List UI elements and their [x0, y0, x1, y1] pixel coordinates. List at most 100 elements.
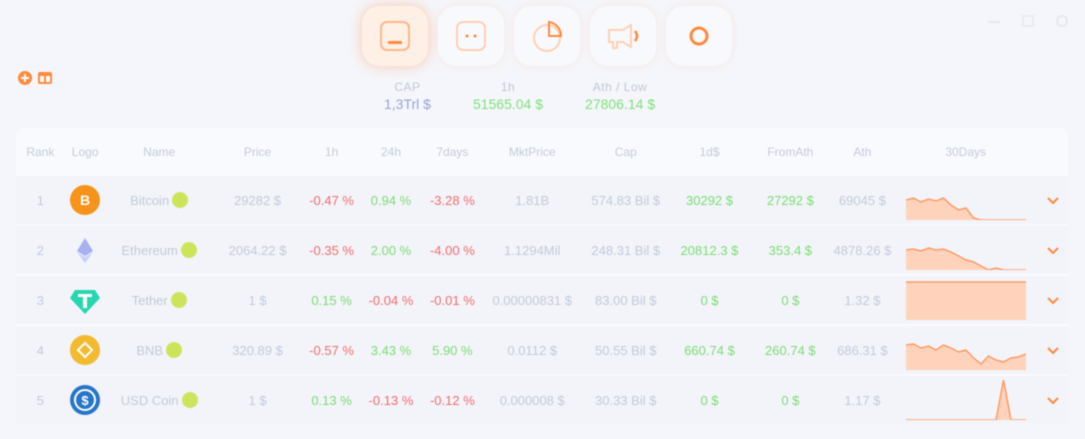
bitcoin-icon: B: [70, 185, 101, 215]
favorite-badge-icon[interactable]: [166, 342, 183, 358]
nav-announce-button[interactable]: [590, 6, 656, 66]
cell-1h: 0.15 %: [311, 292, 352, 308]
header-price[interactable]: Price: [213, 145, 303, 159]
table-row[interactable]: 1 B Bitcoin 29282 $ -0.47 % 0.94 % -3.28…: [16, 176, 1068, 224]
table-row[interactable]: 4 BNB 320.89 $ -0.57 % 3.43 % 5.90 % 0.0…: [16, 326, 1068, 374]
cell-rank: 5: [36, 392, 44, 408]
nav-dots-button[interactable]: [438, 6, 504, 66]
header-ath[interactable]: Ath: [832, 145, 892, 159]
expand-row-button[interactable]: [1039, 342, 1068, 358]
cell-fromath: 353.4 $: [768, 242, 813, 258]
cell-24h: 2.00 %: [370, 242, 412, 258]
add-icon[interactable]: [17, 70, 33, 86]
cell-1h: -0.57 %: [309, 342, 354, 358]
sparkline-chart: [905, 343, 1026, 370]
cell-name: USD Coin: [106, 392, 213, 408]
chevron-down-icon: [1047, 347, 1060, 355]
stat-cap: CAP 1,3Trl $: [384, 80, 431, 112]
stat-label: Ath / Low: [592, 80, 648, 94]
expand-row-button[interactable]: [1039, 392, 1068, 408]
cell-1h: -0.47 %: [309, 192, 354, 208]
cell-24h: -0.04 %: [368, 292, 414, 308]
cell-30days: [893, 180, 1039, 220]
cell-ath: 69045 $: [838, 192, 886, 208]
cell-1d: 0 $: [700, 292, 719, 308]
table-row[interactable]: 5 $ USD Coin 1 $ 0.13 % -0.13 % -0.12 % …: [16, 376, 1068, 424]
cell-cap: 574.83 Bil $: [591, 192, 661, 208]
cell-price: 1 $: [248, 392, 267, 408]
header-name[interactable]: Name: [106, 145, 213, 159]
cell-ath: 1.17 $: [844, 392, 881, 408]
stat-1h: 1h 51565.04 $: [473, 80, 543, 112]
stat-ath-low: Ath / Low 27806.14 $: [585, 80, 655, 112]
sparkline-area: [905, 248, 1026, 270]
sparkline-chart: [905, 197, 1026, 220]
cell-rank: 4: [36, 342, 44, 358]
header-1h[interactable]: 1h: [302, 145, 360, 159]
stat-label: CAP: [394, 80, 421, 94]
cell-rank: 3: [36, 292, 44, 308]
header-fromath[interactable]: FromAth: [748, 145, 832, 159]
header-rank[interactable]: Rank: [16, 145, 65, 159]
stat-value: 1,3Trl $: [384, 96, 431, 112]
favorite-badge-icon[interactable]: [180, 242, 197, 258]
pie-chart-icon: [533, 20, 563, 52]
ethereum-icon: [77, 238, 94, 263]
cell-30days: [893, 230, 1039, 270]
favorite-badge-icon[interactable]: [181, 392, 198, 408]
cell-30days: [893, 380, 1039, 420]
table-row[interactable]: 3 Tether 1 $ 0.15 % -0.04 % -0.01 % 0.00…: [16, 276, 1068, 324]
expand-row-button[interactable]: [1039, 242, 1068, 258]
cell-1h: 0.13 %: [311, 392, 352, 408]
cell-cap: 50.55 Bil $: [595, 342, 657, 358]
header-cap[interactable]: Cap: [581, 145, 671, 159]
cell-fromath: 0 $: [781, 292, 800, 308]
nav-pie-button[interactable]: [514, 6, 580, 66]
cell-logo: [65, 234, 106, 266]
table-row[interactable]: 2 Ethereum 2064.22 $ -0.35 % 2.00 % -4.0…: [16, 226, 1068, 274]
cell-30days: [893, 330, 1039, 370]
cell-price: 1 $: [248, 292, 267, 308]
table-header: Rank Logo Name Price 1h 24h 7days MktPri…: [16, 128, 1068, 176]
cell-24h: 0.94 %: [370, 192, 412, 208]
cell-mktprice: 1.1294Mil: [504, 242, 561, 258]
cell-cap: 30.33 Bil $: [595, 392, 657, 408]
expand-row-button[interactable]: [1039, 292, 1068, 308]
stat-label: 1h: [500, 80, 516, 94]
cell-price: 320.89 $: [232, 342, 283, 358]
cell-7days: -0.12 %: [429, 392, 475, 408]
cell-rank: 2: [36, 242, 44, 258]
minimize-button[interactable]: [985, 12, 1003, 30]
dashboard-icon: [380, 21, 410, 51]
favorite-badge-icon[interactable]: [170, 292, 187, 308]
minimize-icon: [988, 21, 1000, 23]
megaphone-icon: [608, 23, 639, 49]
cell-logo: B: [65, 184, 106, 216]
tether-icon: [70, 290, 101, 314]
header-logo: Logo: [71, 145, 99, 159]
nav-ring-button[interactable]: [666, 6, 732, 66]
cell-name: Bitcoin: [106, 192, 213, 208]
svg-text:$: $: [82, 393, 90, 408]
header-1d[interactable]: 1d$: [671, 145, 749, 159]
cell-price: 29282 $: [234, 192, 282, 208]
stat-value: 27806.14 $: [585, 96, 656, 112]
settings-button[interactable]: [1053, 12, 1071, 30]
nav-dashboard-button[interactable]: [362, 6, 428, 66]
header-24h[interactable]: 24h: [361, 145, 421, 159]
cell-rank: 1: [36, 192, 44, 208]
cell-1d: 0 $: [700, 392, 719, 408]
cell-7days: -0.01 %: [429, 292, 475, 308]
header-7days[interactable]: 7days: [421, 145, 483, 159]
table-body: 1 B Bitcoin 29282 $ -0.47 % 0.94 % -3.28…: [16, 176, 1068, 424]
header-mktprice[interactable]: MktPrice: [484, 145, 581, 159]
expand-row-button[interactable]: [1039, 192, 1068, 208]
chevron-down-icon: [1047, 247, 1060, 255]
cell-1d: 660.74 $: [684, 342, 735, 358]
favorite-badge-icon[interactable]: [172, 192, 189, 208]
window-icon[interactable]: [37, 70, 53, 86]
maximize-button[interactable]: [1019, 12, 1037, 30]
coin-name: Ethereum: [121, 242, 178, 258]
coin-name: Tether: [131, 292, 168, 308]
sparkline-chart: [905, 380, 1026, 420]
